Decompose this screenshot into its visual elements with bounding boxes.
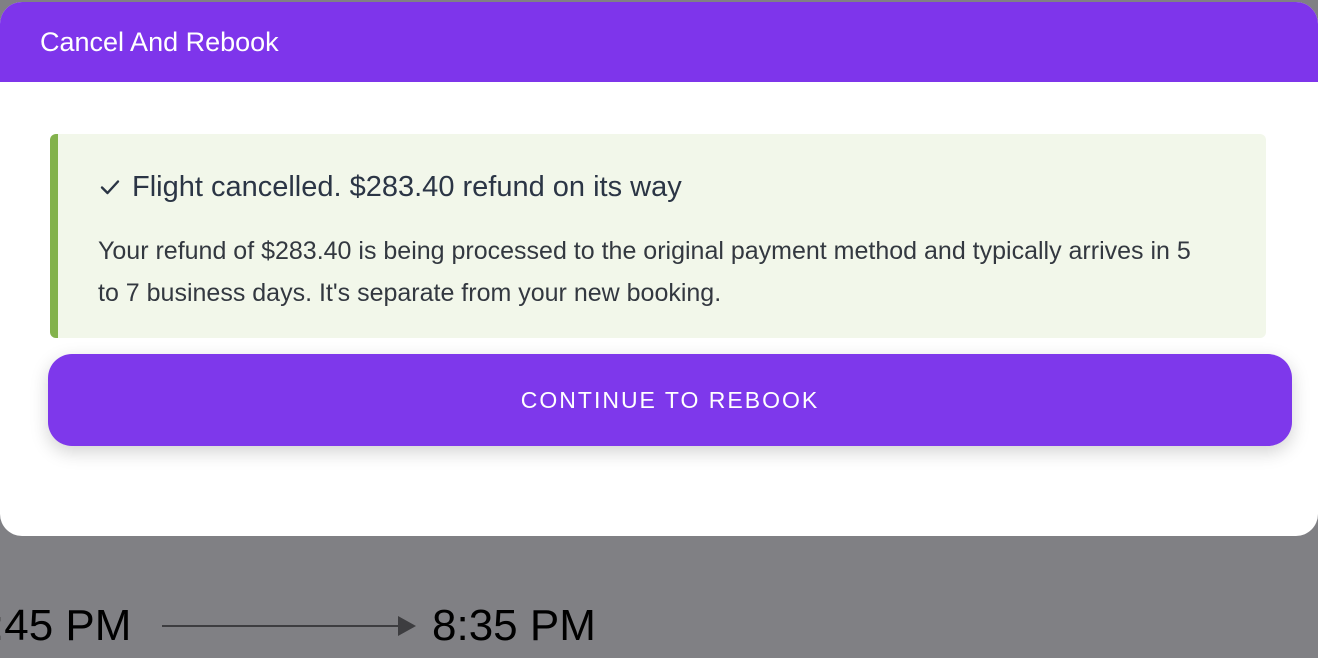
alert-message: Your refund of $283.40 is being processe… (98, 237, 1191, 307)
continue-to-rebook-button[interactable]: CONTINUE TO REBOOK (48, 354, 1292, 446)
check-icon (98, 175, 122, 199)
arrow-right-icon (162, 625, 414, 627)
arrow-head-icon (398, 616, 416, 636)
modal-title: Cancel And Rebook (40, 27, 279, 57)
alert-title-row: Flight cancelled. $283.40 refund on its … (98, 170, 682, 204)
departure-time: :45 PM (0, 601, 132, 650)
modal-header: Cancel And Rebook (0, 2, 1318, 82)
success-alert: Flight cancelled. $283.40 refund on its … (50, 134, 1266, 338)
arrival-time: 8:35 PM (432, 601, 596, 650)
alert-title: Flight cancelled. $283.40 refund on its … (132, 171, 682, 203)
cancel-rebook-modal: Cancel And Rebook Flight cancelled. $283… (0, 2, 1318, 536)
flight-times-row: :45 PM 8:35 PM (0, 596, 1318, 656)
